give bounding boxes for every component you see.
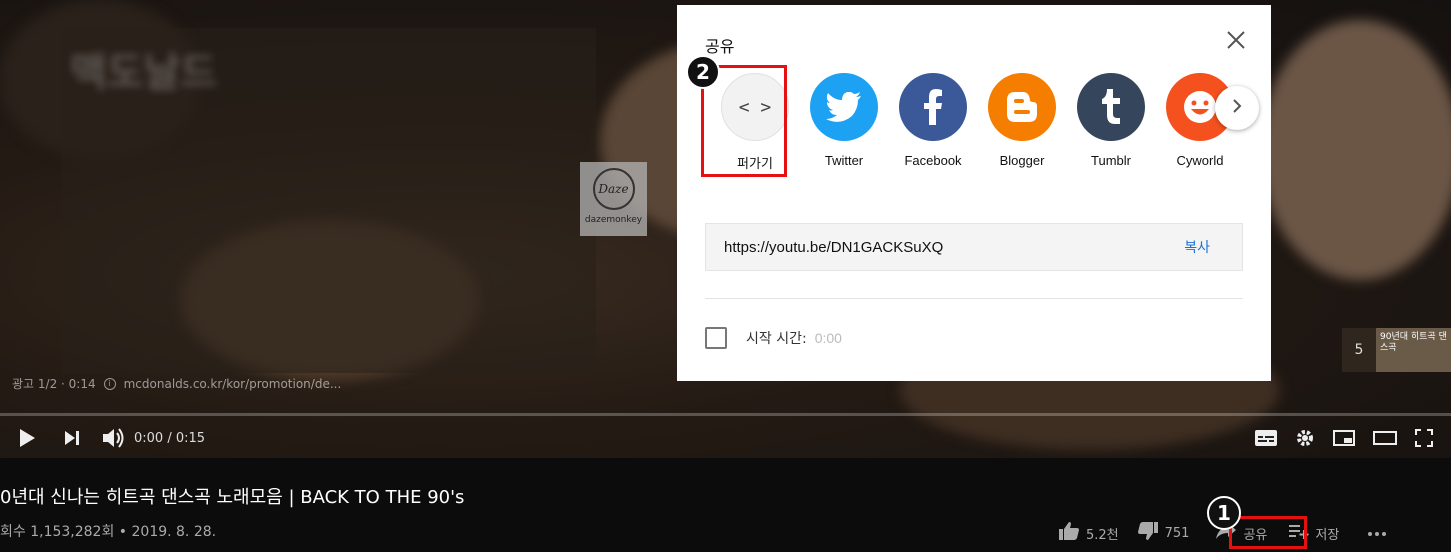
miniplayer-icon[interactable]: [1333, 430, 1355, 446]
subtitles-icon[interactable]: [1255, 430, 1277, 446]
playlist-thumbnail: 90년대 히트곡 댄스곡: [1376, 328, 1451, 372]
copy-button[interactable]: 복사: [1184, 237, 1210, 257]
start-time-checkbox[interactable]: [705, 327, 727, 349]
share-label-facebook: Facebook: [904, 153, 962, 168]
share-blogger[interactable]: Blogger: [977, 73, 1067, 168]
close-icon[interactable]: [1225, 29, 1247, 51]
ad-info: 광고 1/2 · 0:14 i mcdonalds.co.kr/kor/prom…: [12, 375, 341, 392]
share-tumblr[interactable]: Tumblr: [1066, 73, 1156, 168]
share-url[interactable]: https://youtu.be/DN1GACKSuXQ: [724, 239, 1184, 256]
fullscreen-icon[interactable]: [1415, 429, 1433, 447]
right-controls: [1255, 418, 1433, 458]
theater-mode-icon[interactable]: [1373, 431, 1397, 445]
more-actions-button[interactable]: [1367, 526, 1387, 541]
playlist-count: 5: [1354, 342, 1364, 358]
twitter-icon: [810, 73, 878, 141]
tumblr-icon: [1077, 73, 1145, 141]
ad-headline: 맥도날드: [70, 50, 218, 96]
chevron-right-icon: [1232, 98, 1242, 118]
blogger-icon: [988, 73, 1056, 141]
step-badge-1: 1: [1207, 496, 1241, 530]
like-button[interactable]: 5.2천: [1058, 521, 1119, 545]
volume-icon[interactable]: [102, 427, 126, 449]
scroll-next-button[interactable]: [1215, 86, 1259, 130]
channel-watermark[interactable]: Daze dazemonkey: [580, 162, 647, 236]
step-badge-2: 2: [686, 55, 720, 89]
dislike-button[interactable]: 751: [1137, 521, 1190, 545]
ad-label: 광고 1/2 · 0:14: [12, 377, 96, 391]
player-controls: 0:00 / 0:15: [0, 418, 1451, 458]
thumbs-down-icon: [1137, 521, 1159, 545]
video-title: 0년대 신나는 히트곡 댄스곡 노래모음 | BACK TO THE 90's: [0, 487, 465, 508]
video-meta: 회수 1,153,282회 • 2019. 8. 28.: [0, 524, 217, 540]
settings-gear-icon[interactable]: [1295, 428, 1315, 448]
share-label-blogger: Blogger: [999, 153, 1045, 168]
share-targets: < > 퍼가기 Twitter Facebook Blogger Tumblr …: [710, 73, 1265, 183]
start-time-row: 시작 시간: 0:00: [705, 327, 842, 349]
start-time-input[interactable]: 0:00: [815, 330, 842, 346]
save-label: 저장: [1315, 527, 1340, 543]
thumbs-up-icon: [1058, 521, 1080, 545]
ad-url[interactable]: mcdonalds.co.kr/kor/promotion/de...: [124, 377, 342, 391]
watermark-logo: Daze: [592, 168, 635, 210]
play-icon[interactable]: [18, 428, 36, 448]
watermark-text: dazemonkey: [584, 215, 643, 225]
dialog-divider: [705, 298, 1243, 299]
dislike-count: 751: [1164, 525, 1190, 541]
dialog-title: 공유: [705, 37, 735, 56]
progress-bar[interactable]: [0, 413, 1451, 416]
info-icon[interactable]: i: [103, 377, 116, 390]
share-label-twitter: Twitter: [824, 153, 864, 168]
share-url-box: https://youtu.be/DN1GACKSuXQ 복사: [705, 223, 1243, 271]
start-time-label: 시작 시간:: [746, 331, 807, 347]
time-display: 0:00 / 0:15: [134, 430, 206, 446]
facebook-icon: [899, 73, 967, 141]
more-horiz-icon: [1367, 526, 1387, 541]
share-facebook[interactable]: Facebook: [888, 73, 978, 168]
highlight-box-share: [1229, 516, 1307, 549]
share-label-tumblr: Tumblr: [1091, 153, 1131, 168]
end-screen-playlist[interactable]: 5 90년대 히트곡 댄스곡: [1342, 328, 1451, 372]
share-label-cyworld: Cyworld: [1176, 153, 1224, 168]
next-icon[interactable]: [64, 430, 80, 446]
share-dialog: 공유 < > 퍼가기 Twitter Facebook Blogger Tumb…: [677, 5, 1271, 381]
like-count: 5.2천: [1086, 527, 1119, 543]
share-twitter[interactable]: Twitter: [799, 73, 889, 168]
